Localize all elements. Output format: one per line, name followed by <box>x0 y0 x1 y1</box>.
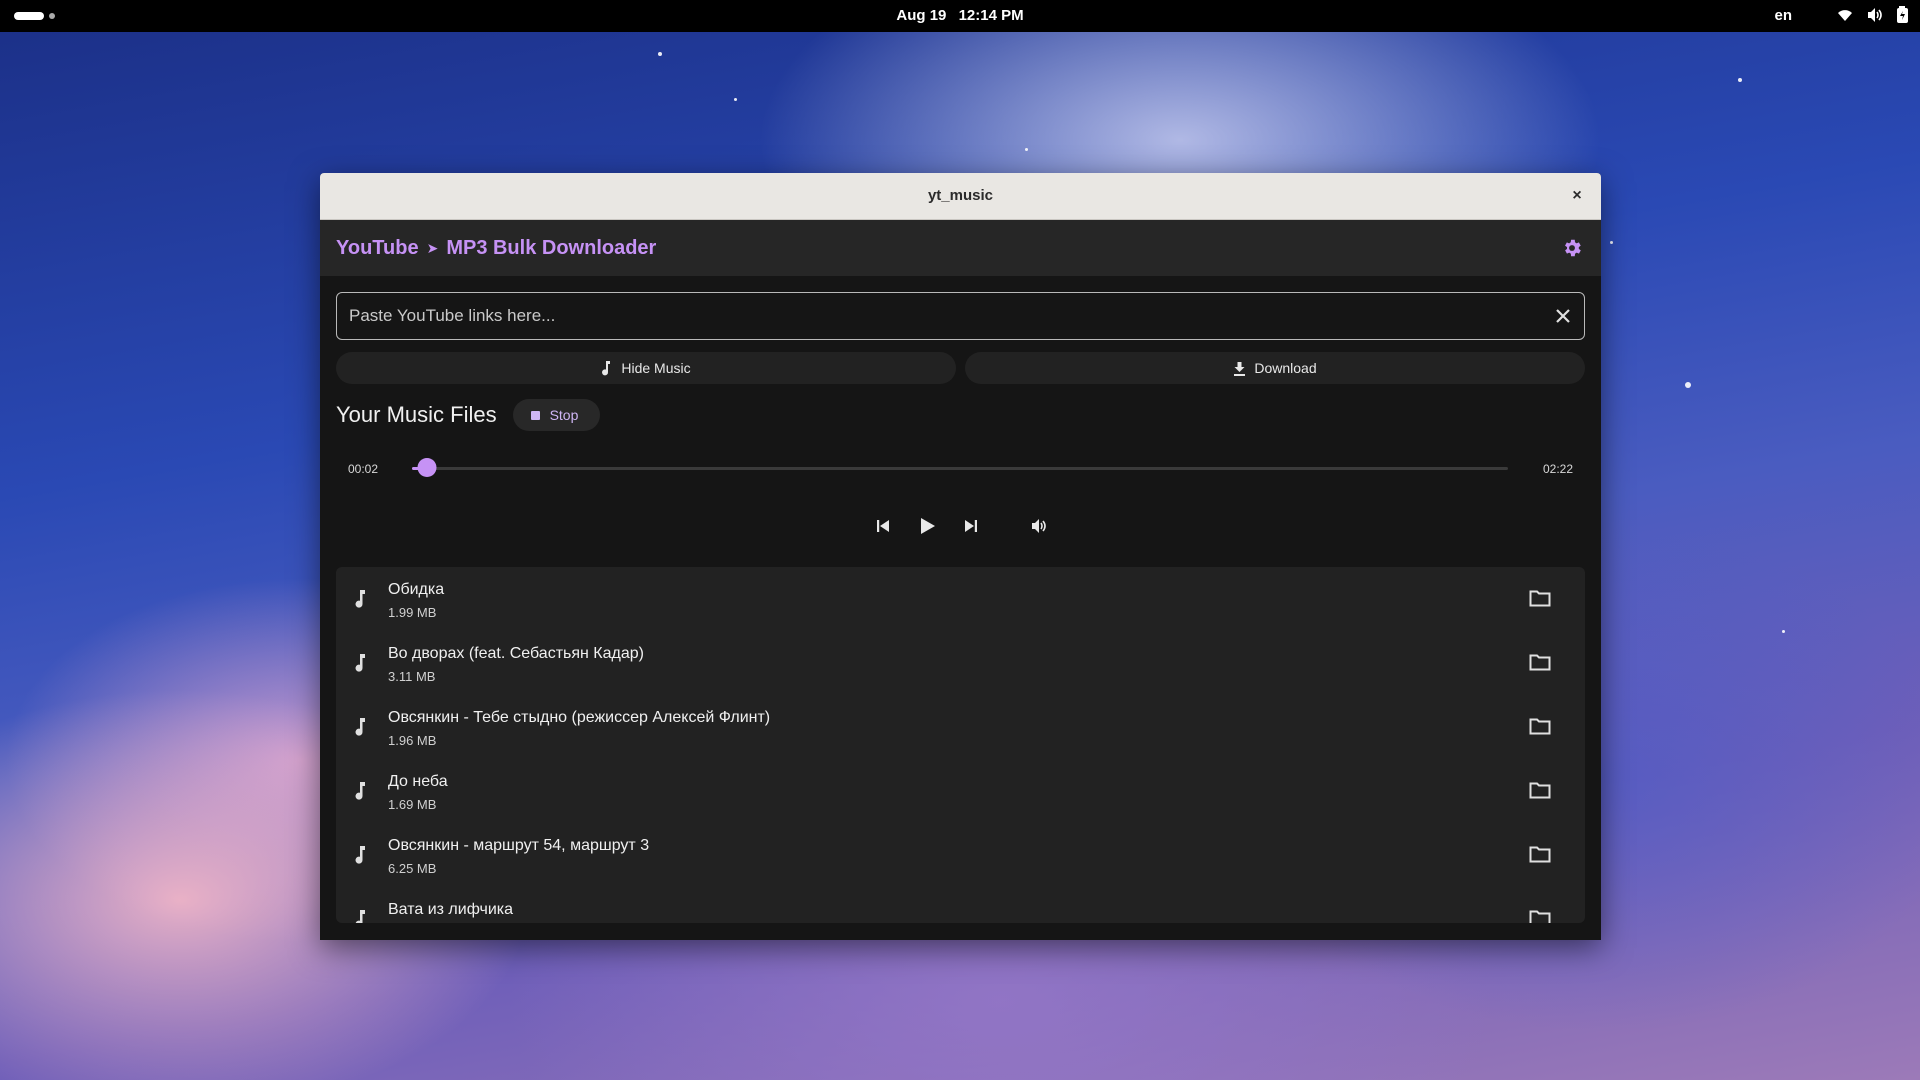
stop-label: Stop <box>549 407 579 423</box>
skip-previous-icon <box>876 520 889 532</box>
battery-icon <box>1897 6 1908 23</box>
brand-youtube: YouTube <box>336 237 419 259</box>
seek-slider-thumb[interactable] <box>417 458 437 477</box>
file-size: 3.11 MB <box>388 669 436 684</box>
progress-track[interactable] <box>412 467 1508 470</box>
gear-icon <box>1565 239 1581 257</box>
window-titlebar[interactable]: yt_music × <box>320 173 1601 220</box>
folder-icon[interactable] <box>1529 717 1551 735</box>
brand-separator: ➤ <box>426 240 439 256</box>
background-star <box>1610 241 1613 244</box>
file-name: Овсянкин - маршрут 54, маршрут 3 <box>388 837 650 854</box>
list-item[interactable]: Овсянкин - Тебе стыдно (режиссер Алексей… <box>336 695 1585 759</box>
play-icon <box>920 518 935 534</box>
clock-time: 12:14 PM <box>958 7 1024 24</box>
list-item[interactable]: До неба 1.69 MB <box>336 759 1585 823</box>
background-star <box>1685 382 1691 388</box>
wifi-icon <box>1838 10 1852 21</box>
settings-button[interactable] <box>1561 237 1583 264</box>
app-content: Hide Music Download Your Music Files Sto… <box>336 276 1585 940</box>
download-button[interactable]: Download <box>965 352 1585 384</box>
stop-button[interactable]: Stop <box>512 399 601 431</box>
system-tray[interactable]: en <box>1774 6 1910 24</box>
download-icon <box>1234 361 1246 376</box>
file-name: Обидка <box>388 581 445 598</box>
playback-controls <box>336 511 1585 541</box>
music-note-icon <box>355 590 365 608</box>
music-note-icon <box>355 654 365 672</box>
music-note-icon <box>355 782 365 800</box>
action-buttons: Hide Music Download <box>336 352 1585 384</box>
music-file-list: Обидка 1.99 MB Во дворах (feat. Себастья… <box>336 567 1585 923</box>
list-item[interactable]: Во дворах (feat. Себастьян Кадар) 3.11 M… <box>336 631 1585 695</box>
background-star <box>1025 148 1028 151</box>
youtube-links-input[interactable] <box>349 293 1529 339</box>
clock[interactable]: Aug 19 12:14 PM <box>0 7 1920 24</box>
file-name: Вата из лифчика <box>388 901 514 918</box>
folder-icon[interactable] <box>1529 845 1551 863</box>
keyboard-language[interactable]: en <box>1774 7 1792 24</box>
total-time: 02:22 <box>1542 462 1573 476</box>
clock-date: Aug 19 <box>896 7 947 24</box>
music-note-icon <box>355 910 365 923</box>
hide-music-label: Hide Music <box>621 360 691 376</box>
list-item[interactable]: Обидка 1.99 MB <box>336 567 1585 631</box>
app-header: YouTube ➤ MP3 Bulk Downloader <box>320 220 1601 276</box>
playback-progress: 00:02 02:22 <box>336 456 1585 480</box>
download-label: Download <box>1254 360 1317 376</box>
system-top-bar: Aug 19 12:14 PM en <box>0 0 1920 32</box>
next-track-button[interactable] <box>960 515 982 537</box>
section-title: Your Music Files <box>336 402 497 427</box>
close-icon <box>1556 309 1570 323</box>
background-star <box>1782 630 1785 633</box>
volume-button[interactable] <box>1028 515 1050 537</box>
file-size: 1.96 MB <box>388 733 437 748</box>
volume-icon <box>1031 519 1046 533</box>
music-note-icon <box>355 846 365 864</box>
music-note-icon <box>355 718 365 736</box>
skip-next-icon <box>964 520 977 532</box>
stop-icon <box>530 410 540 420</box>
links-input-box <box>336 292 1585 340</box>
file-size: 1.69 MB <box>388 797 437 812</box>
list-item[interactable]: Овсянкин - маршрут 54, маршрут 3 6.25 MB <box>336 823 1585 887</box>
music-note-icon <box>602 361 611 376</box>
folder-icon[interactable] <box>1529 781 1551 799</box>
app-brand: YouTube ➤ MP3 Bulk Downloader <box>336 237 656 260</box>
file-size: 1.99 MB <box>388 605 437 620</box>
folder-icon[interactable] <box>1529 653 1551 671</box>
current-time: 00:02 <box>348 462 379 476</box>
clear-input-button[interactable] <box>1554 307 1572 330</box>
app-window: yt_music × YouTube ➤ MP3 Bulk Downloader <box>320 173 1601 940</box>
play-button[interactable] <box>916 515 938 537</box>
brand-title: MP3 Bulk Downloader <box>446 237 657 259</box>
background-star <box>1738 78 1742 82</box>
volume-icon <box>1868 8 1882 22</box>
folder-icon[interactable] <box>1529 909 1551 923</box>
file-size: 6.25 MB <box>388 861 437 876</box>
folder-icon[interactable] <box>1529 589 1551 607</box>
file-name: Овсянкин - Тебе стыдно (режиссер Алексей… <box>388 709 771 726</box>
list-item[interactable]: Вата из лифчика <box>336 887 1585 923</box>
file-name: Во дворах (feat. Себастьян Кадар) <box>388 645 644 662</box>
background-star <box>734 98 737 101</box>
background-star <box>658 52 662 56</box>
previous-track-button[interactable] <box>872 515 894 537</box>
hide-music-button[interactable]: Hide Music <box>336 352 956 384</box>
file-name: До неба <box>388 773 448 790</box>
window-close-button[interactable]: × <box>1567 186 1587 206</box>
window-title: yt_music <box>927 187 994 204</box>
music-files-header: Your Music Files Stop <box>336 398 601 432</box>
